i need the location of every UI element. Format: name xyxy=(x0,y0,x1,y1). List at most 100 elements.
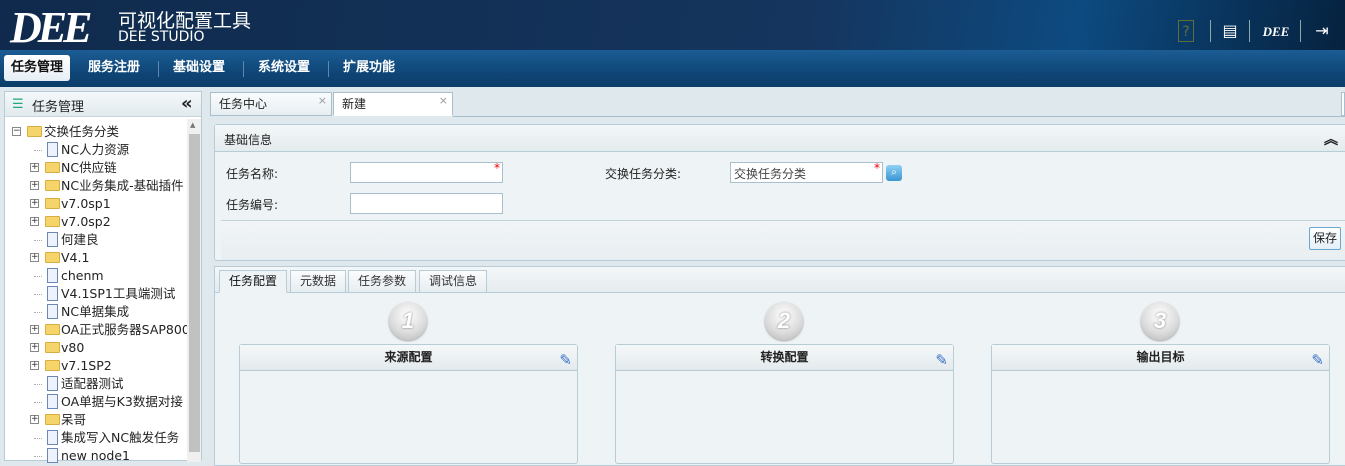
required-marker: * xyxy=(874,161,880,175)
expand-icon[interactable]: + xyxy=(30,361,39,370)
task-config-section: 任务配置 元数据 任务参数 调试信息 1 2 3 来源配置 ✎ 转换配置 ✎ 输出目… xyxy=(214,266,1345,466)
folder-icon xyxy=(45,342,60,353)
tree-node-label: 何建良 xyxy=(61,232,99,247)
tab-debug-info[interactable]: 调试信息 xyxy=(419,270,488,293)
file-icon xyxy=(47,304,58,319)
tree-node-label: NC供应链 xyxy=(61,160,117,175)
tree-node-label: v7.0sp2 xyxy=(61,214,111,229)
expand-icon[interactable]: + xyxy=(30,181,39,190)
tree-node[interactable]: new node1 xyxy=(5,447,185,465)
close-icon[interactable]: × xyxy=(318,90,327,112)
divider xyxy=(1249,20,1250,42)
folder-icon xyxy=(45,216,60,227)
nav-task-management[interactable]: 任务管理 xyxy=(4,55,71,81)
tree-node[interactable]: chenm xyxy=(5,267,185,285)
logout-icon[interactable]: ⇥ xyxy=(1311,20,1333,42)
expand-icon[interactable]: + xyxy=(30,199,39,208)
main-nav: 任务管理 服务注册 基础设置 系统设置 扩展功能 xyxy=(0,50,1345,87)
tab-metadata[interactable]: 元数据 xyxy=(290,270,347,293)
divider xyxy=(453,116,1345,117)
tree-line xyxy=(34,456,42,457)
tree-scrollbar[interactable]: ▲ xyxy=(187,119,201,462)
file-icon xyxy=(47,232,58,247)
divider xyxy=(328,61,329,77)
scrollbar-thumb[interactable] xyxy=(189,134,200,452)
tree-node-label: NC人力资源 xyxy=(61,142,130,157)
tree-line xyxy=(34,294,42,295)
collapse-panel-button[interactable]: « xyxy=(181,93,193,114)
tree-node-label: V4.1SP1工具端测试 xyxy=(61,286,176,301)
app-subtitle: DEE STUDIO xyxy=(118,29,205,45)
folder-icon xyxy=(45,162,60,173)
file-icon xyxy=(47,268,58,283)
expand-icon[interactable]: + xyxy=(30,343,39,352)
tree-node-label: 交换任务分类 xyxy=(44,124,120,139)
tab-task-params[interactable]: 任务参数 xyxy=(348,270,417,293)
tab-task-config[interactable]: 任务配置 xyxy=(219,270,288,293)
save-button[interactable]: 保存 xyxy=(1308,227,1341,250)
tree-line xyxy=(34,240,42,241)
task-code-label: 任务编号: xyxy=(226,198,279,212)
tree-node[interactable]: + NC业务集成-基础插件 xyxy=(5,177,185,195)
tree-node[interactable]: − 交换任务分类 xyxy=(5,123,185,141)
tree-node[interactable]: + OA正式服务器SAP800 xyxy=(5,321,190,339)
collapse-icon[interactable]: ︽ xyxy=(1324,129,1338,149)
edit-pencil-icon[interactable]: ✎ xyxy=(559,348,572,373)
divider xyxy=(243,61,244,77)
tab-label: 新建 xyxy=(342,97,367,111)
tree-node[interactable]: + v7.0sp2 xyxy=(5,213,185,231)
tree-node[interactable]: + v7.1SP2 xyxy=(5,357,185,375)
tab-new[interactable]: 新建 × xyxy=(333,92,453,116)
tree-node[interactable]: + 呆哥 xyxy=(5,411,185,429)
expand-icon[interactable]: + xyxy=(30,217,39,226)
nav-basic-settings[interactable]: 基础设置 xyxy=(166,55,232,81)
panel-header: 基础信息 ︽ xyxy=(215,125,1345,152)
collapse-icon[interactable]: − xyxy=(12,127,21,136)
category-label: 交换任务分类: xyxy=(605,167,682,181)
divider xyxy=(1300,20,1301,42)
search-icon[interactable]: ⌕ xyxy=(886,165,902,181)
dee-logo-icon[interactable]: DEE xyxy=(1258,20,1294,42)
task-code-input[interactable] xyxy=(350,193,503,214)
expand-icon[interactable]: + xyxy=(30,253,39,262)
tree-node[interactable]: V4.1SP1工具端测试 xyxy=(5,285,185,303)
output-target-box: 输出目标 ✎ xyxy=(991,344,1330,464)
box-title: 转换配置 xyxy=(760,350,809,364)
tree-node[interactable]: + v80 xyxy=(5,339,185,357)
tree-node-label: new node1 xyxy=(61,448,130,463)
tree-node[interactable]: NC单据集成 xyxy=(5,303,185,321)
tree-node[interactable]: NC人力资源 xyxy=(5,141,185,159)
category-input[interactable]: 交换任务分类 xyxy=(730,162,883,183)
app-header: DEE 可视化配置工具 DEE STUDIO ? ▤ DEE ⇥ xyxy=(0,0,1345,52)
tree-line xyxy=(34,312,42,313)
tree-node[interactable]: OA单据与K3数据对接 xyxy=(5,393,185,411)
tree-node[interactable]: + NC供应链 xyxy=(5,159,185,177)
tree-node[interactable]: 集成写入NC触发任务 xyxy=(5,429,185,447)
tree-node-label: v7.0sp1 xyxy=(61,196,111,211)
nav-service-registration[interactable]: 服务注册 xyxy=(81,55,147,81)
task-name-label: 任务名称: xyxy=(226,167,279,181)
nav-system-settings[interactable]: 系统设置 xyxy=(251,55,317,81)
edit-pencil-icon[interactable]: ✎ xyxy=(935,348,948,373)
tree-node[interactable]: 适配器测试 xyxy=(5,375,185,393)
close-icon[interactable]: × xyxy=(439,90,448,112)
tab-task-center[interactable]: 任务中心 × xyxy=(210,92,332,116)
tree-node[interactable]: + v7.0sp1 xyxy=(5,195,185,213)
expand-icon[interactable]: + xyxy=(30,163,39,172)
nav-extensions[interactable]: 扩展功能 xyxy=(336,55,402,81)
edit-pencil-icon[interactable]: ✎ xyxy=(1311,348,1324,373)
step-1-badge: 1 xyxy=(389,302,427,340)
tree-node[interactable]: + V4.1 xyxy=(5,249,185,267)
tree-line xyxy=(34,402,42,403)
tree-node-label: 适配器测试 xyxy=(61,376,124,391)
basic-info-panel: 基础信息 ︽ 任务名称: * 交换任务分类: 交换任务分类 * ⌕ 任务编号: … xyxy=(214,124,1345,261)
expand-icon[interactable]: + xyxy=(30,325,39,334)
expand-icon[interactable]: + xyxy=(30,415,39,424)
task-name-input[interactable] xyxy=(350,162,503,183)
help-icon[interactable]: ? xyxy=(1178,20,1194,42)
download-doc-icon[interactable]: ▤ xyxy=(1219,20,1241,42)
tab-label: 任务中心 xyxy=(219,97,268,111)
box-title: 输出目标 xyxy=(1136,350,1185,364)
tree-node[interactable]: 何建良 xyxy=(5,231,185,249)
tree-line xyxy=(34,438,42,439)
